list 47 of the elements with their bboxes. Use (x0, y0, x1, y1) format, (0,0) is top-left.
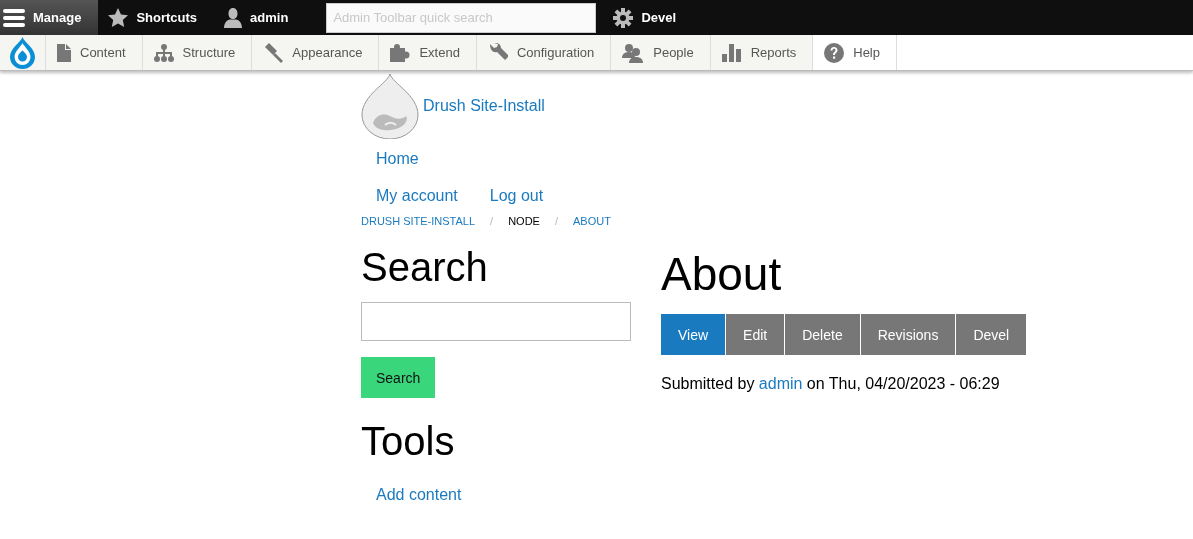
site-logo-icon[interactable] (361, 72, 419, 139)
toolbar-tab[interactable]: admin (214, 0, 306, 35)
local-tab[interactable]: Devel (956, 314, 1027, 355)
admin-menu-item[interactable]: Content (46, 35, 143, 70)
local-tab[interactable]: Revisions (860, 314, 956, 355)
help-icon (824, 42, 845, 63)
breadcrumb-link[interactable]: ABOUT (573, 215, 611, 227)
local-tab[interactable]: Delete (785, 314, 860, 355)
admin-menu-item[interactable]: Configuration (476, 35, 612, 70)
user-icon (224, 7, 243, 28)
admin-menu-item[interactable]: Appearance (252, 35, 380, 70)
devel-menu[interactable]: Devel (610, 0, 694, 35)
wrench-icon (487, 42, 508, 63)
toolbar-tab[interactable]: Manage (0, 0, 99, 35)
menu-icon (3, 8, 25, 27)
site-name-link[interactable]: Drush Site-Install (423, 96, 545, 115)
submitted-line: Submitted by admin on Thu, 04/20/2023 - 06:29 (661, 375, 1001, 393)
sidebar-heading: Search (361, 244, 489, 290)
admin-menu-item[interactable]: Help (813, 35, 897, 70)
admin-menu-item[interactable]: People (611, 35, 711, 70)
menu-link[interactable]: Log out (489, 187, 544, 205)
bar-chart-icon (721, 43, 742, 62)
star-icon (108, 8, 129, 27)
admin-menu-item[interactable]: Reports (710, 35, 814, 70)
admin-menu-item[interactable]: Structure (142, 35, 253, 70)
local-tab[interactable]: Edit (726, 314, 785, 355)
hammer-icon (263, 42, 284, 63)
admin-menu-item[interactable]: Extend (379, 35, 477, 70)
breadcrumb-separator: / (554, 215, 558, 227)
breadcrumb-current: NODE (508, 215, 540, 227)
search-field[interactable] (361, 302, 631, 341)
hierarchy-icon (153, 43, 174, 62)
people-icon (622, 42, 645, 63)
menu-link[interactable]: My account (376, 187, 458, 205)
search-button[interactable]: Search (361, 357, 436, 398)
breadcrumb-link[interactable]: DRUSH SITE-INSTALL (361, 215, 476, 227)
tools-link[interactable]: Add content (361, 486, 631, 504)
drop-logo-icon[interactable] (10, 36, 35, 69)
page-title: About (661, 249, 783, 299)
sidebar-heading: Tools (361, 418, 456, 464)
local-tab[interactable]: View (661, 314, 726, 355)
author-link[interactable]: admin (758, 375, 803, 392)
menu-link[interactable]: Home (376, 150, 419, 168)
puzzle-icon (390, 43, 411, 62)
breadcrumb-separator: / (490, 215, 494, 227)
toolbar-tab[interactable]: Shortcuts (98, 0, 215, 35)
document-icon (57, 43, 71, 62)
